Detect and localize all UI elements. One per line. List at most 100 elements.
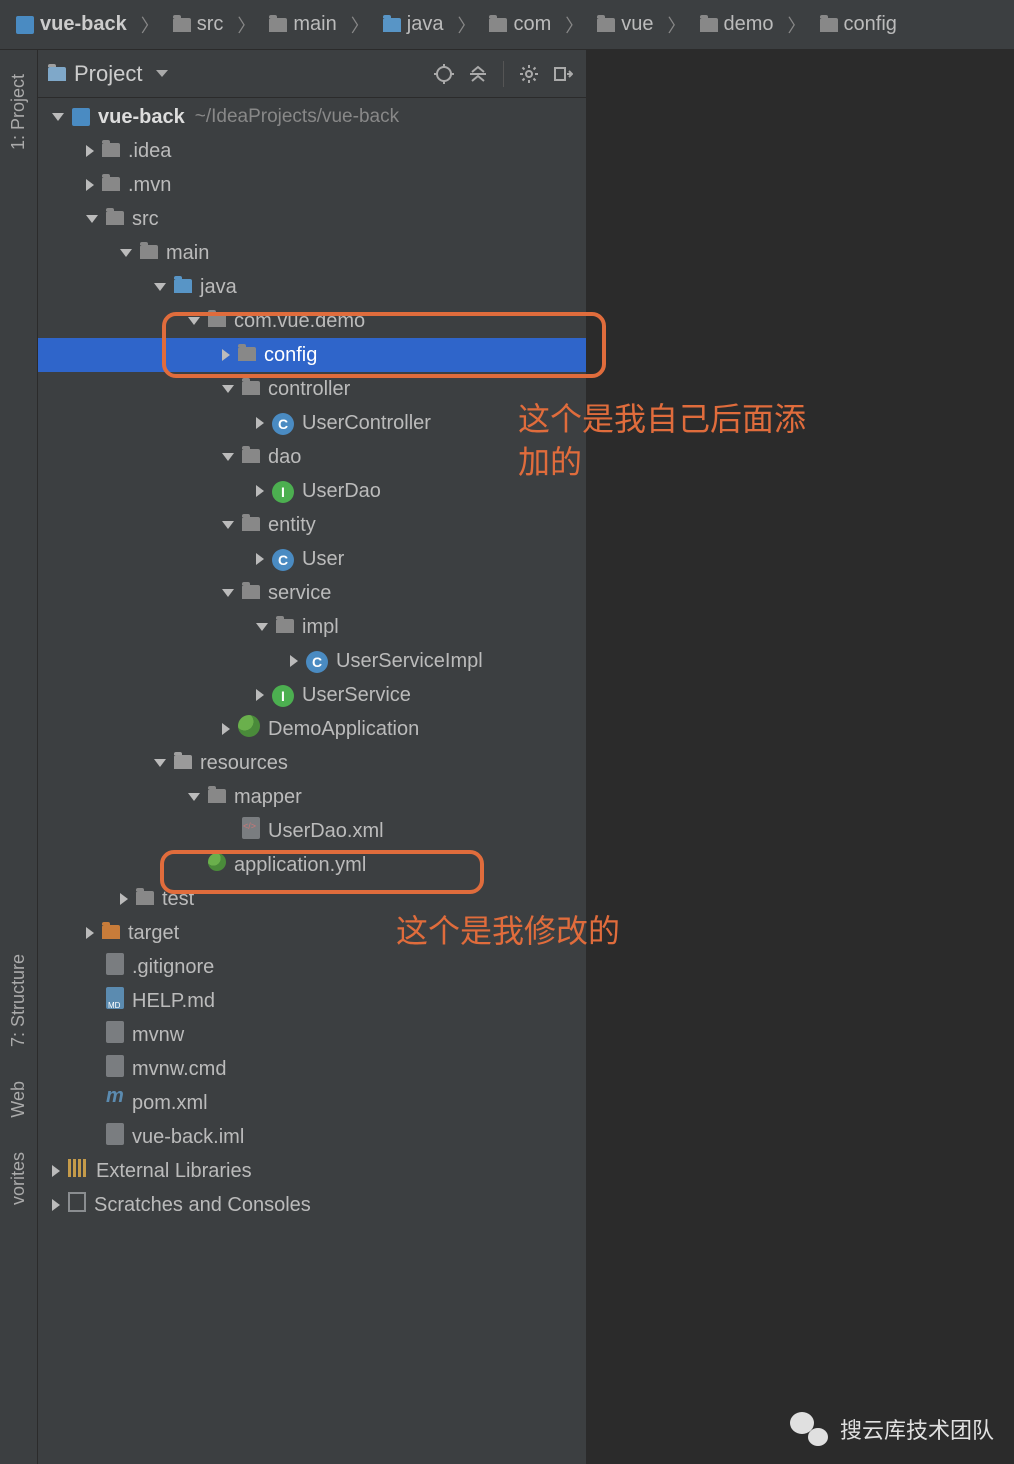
chevron-down-icon[interactable] — [188, 317, 200, 325]
tree-arrow-placeholder — [188, 859, 200, 871]
chevron-down-icon[interactable] — [188, 793, 200, 801]
tree-node-scratches-and-consoles[interactable]: Scratches and Consoles — [38, 1188, 586, 1222]
chevron-down-icon[interactable] — [120, 249, 132, 257]
tree-node--gitignore[interactable]: .gitignore — [38, 950, 586, 984]
hide-panel-icon[interactable] — [550, 61, 576, 87]
tree-node--mvn[interactable]: .mvn — [38, 168, 586, 202]
breadcrumb-item-vue-back[interactable]: vue-back — [10, 11, 133, 38]
chevron-down-icon[interactable] — [256, 623, 268, 631]
tree-node-pom-xml[interactable]: pom.xml — [38, 1086, 586, 1120]
breadcrumb-item-config[interactable]: config — [814, 11, 903, 38]
folder-icon — [102, 174, 120, 197]
tree-node-userservice[interactable]: IUserService — [38, 678, 586, 712]
breadcrumb-item-src[interactable]: src — [167, 11, 230, 38]
tree-node-label: java — [200, 276, 237, 299]
collapse-all-icon[interactable] — [465, 61, 491, 87]
tree-node-demoapplication[interactable]: DemoApplication — [38, 712, 586, 746]
spring-boot-icon — [238, 715, 260, 743]
project-view-selector[interactable]: Project — [48, 61, 423, 87]
favorites-tool-tab[interactable]: vorites — [4, 1140, 33, 1217]
chevron-right-icon[interactable] — [256, 689, 264, 701]
chevron-right-icon[interactable] — [222, 723, 230, 735]
tree-node-java[interactable]: java — [38, 270, 586, 304]
tree-node-external-libraries[interactable]: External Libraries — [38, 1154, 586, 1188]
tree-node-entity[interactable]: entity — [38, 508, 586, 542]
libraries-icon — [68, 1159, 88, 1183]
chevron-right-icon[interactable] — [120, 893, 128, 905]
tree-node-resources[interactable]: resources — [38, 746, 586, 780]
tree-node-label: mapper — [234, 786, 302, 809]
chevron-right-icon[interactable] — [86, 179, 94, 191]
chevron-right-icon: 〉 — [668, 12, 686, 38]
chevron-down-icon[interactable] — [86, 215, 98, 223]
folder-icon — [208, 786, 226, 809]
chevron-down-icon[interactable] — [222, 589, 234, 597]
breadcrumb-item-main[interactable]: main — [263, 11, 342, 38]
tree-node-mapper[interactable]: mapper — [38, 780, 586, 814]
chevron-right-icon[interactable] — [52, 1199, 60, 1211]
breadcrumb-label: java — [407, 13, 444, 36]
project-label: 1: Project — [8, 74, 29, 150]
breadcrumb-item-demo[interactable]: demo — [694, 11, 780, 38]
tree-node-userdao-xml[interactable]: UserDao.xml — [38, 814, 586, 848]
tree-node-config[interactable]: config — [38, 338, 586, 372]
tree-node-user[interactable]: CUser — [38, 542, 586, 576]
tree-node-service[interactable]: service — [38, 576, 586, 610]
chevron-right-icon: 〉 — [351, 12, 369, 38]
annotation-text-1: 这个是我自己后面添加的 — [518, 398, 818, 484]
tree-node-main[interactable]: main — [38, 236, 586, 270]
chevron-right-icon[interactable] — [52, 1165, 60, 1177]
structure-tool-tab[interactable]: 7: Structure — [4, 942, 33, 1059]
chevron-right-icon[interactable] — [86, 927, 94, 939]
tree-node-vue-back[interactable]: vue-back~/IdeaProjects/vue-back — [38, 100, 586, 134]
chevron-down-icon[interactable] — [222, 453, 234, 461]
chevron-down-icon[interactable] — [154, 283, 166, 291]
settings-gear-icon[interactable] — [516, 61, 542, 87]
tree-node-userdao[interactable]: IUserDao — [38, 474, 586, 508]
chevron-down-icon[interactable] — [154, 759, 166, 767]
chevron-right-icon[interactable] — [256, 553, 264, 565]
breadcrumb-item-java[interactable]: java — [377, 11, 450, 38]
file-icon — [106, 1123, 124, 1151]
breadcrumb-item-com[interactable]: com — [483, 11, 557, 38]
chevron-right-icon[interactable] — [222, 349, 230, 361]
folder-icon — [102, 140, 120, 163]
chevron-right-icon: 〉 — [141, 12, 159, 38]
locate-icon[interactable] — [431, 61, 457, 87]
chevron-right-icon[interactable] — [290, 655, 298, 667]
tree-node-mvnw[interactable]: mvnw — [38, 1018, 586, 1052]
project-tool-tab[interactable]: 1: Project — [4, 62, 33, 162]
web-tool-tab[interactable]: Web — [4, 1069, 33, 1130]
chevron-down-icon[interactable] — [52, 113, 64, 121]
chevron-right-icon[interactable] — [256, 485, 264, 497]
tree-node-userserviceimpl[interactable]: CUserServiceImpl — [38, 644, 586, 678]
breadcrumb-label: demo — [724, 13, 774, 36]
chevron-down-icon[interactable] — [222, 521, 234, 529]
tree-node-vue-back-iml[interactable]: vue-back.iml — [38, 1120, 586, 1154]
tree-node-src[interactable]: src — [38, 202, 586, 236]
tree-node-label: src — [132, 208, 159, 231]
tree-node-usercontroller[interactable]: CUserController — [38, 406, 586, 440]
breadcrumb-label: main — [293, 13, 336, 36]
tree-node-application-yml[interactable]: application.yml — [38, 848, 586, 882]
tree-node--idea[interactable]: .idea — [38, 134, 586, 168]
tree-node-label: UserDao.xml — [268, 820, 384, 843]
tree-node-label: .idea — [128, 140, 171, 163]
chevron-right-icon[interactable] — [86, 145, 94, 157]
chevron-down-icon[interactable] — [222, 385, 234, 393]
tree-node-impl[interactable]: impl — [38, 610, 586, 644]
tree-node-dao[interactable]: dao — [38, 440, 586, 474]
breadcrumb-item-vue[interactable]: vue — [591, 11, 659, 38]
tree-node-controller[interactable]: controller — [38, 372, 586, 406]
tree-node-mvnw-cmd[interactable]: mvnw.cmd — [38, 1052, 586, 1086]
wechat-icon — [790, 1412, 828, 1446]
java-interface-icon: I — [272, 684, 294, 707]
tree-node-com-vue-demo[interactable]: com.vue.demo — [38, 304, 586, 338]
web-label: Web — [8, 1081, 29, 1118]
tree-node-label: UserServiceImpl — [336, 650, 483, 673]
chevron-right-icon[interactable] — [256, 417, 264, 429]
tree-node-label: pom.xml — [132, 1092, 208, 1115]
project-tree[interactable]: vue-back~/IdeaProjects/vue-back .idea .mvn… — [38, 98, 586, 1464]
breadcrumb-label: config — [844, 13, 897, 36]
tree-node-help-md[interactable]: HELP.md — [38, 984, 586, 1018]
